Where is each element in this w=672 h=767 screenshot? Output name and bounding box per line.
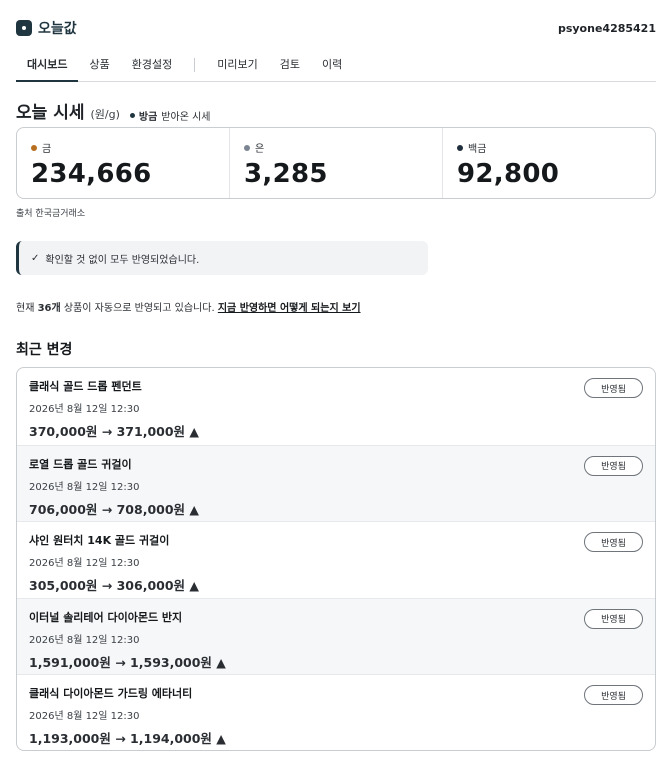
status-badge: 반영됨 (584, 532, 643, 553)
list-item[interactable]: 클래식 골드 드롭 펜던트 2026년 8월 12일 12:30 370,000… (17, 368, 655, 445)
item-name: 클래식 골드 드롭 펜던트 (29, 380, 142, 393)
price-title: 오늘 시세 (16, 103, 85, 123)
item-price-change: 706,000원 → 708,000원 ▲ (29, 501, 200, 517)
price-silver: 은 3,285 (229, 128, 442, 198)
item-date: 2026년 8월 12일 12:30 (29, 634, 140, 646)
preview-apply-link[interactable]: 지금 반영하면 어떻게 되는지 보기 (218, 303, 361, 314)
auto-suffix: 상품이 자동으로 반영되고 있습니다. (63, 303, 215, 314)
price-gold: 금 234,666 (17, 128, 229, 198)
top-bar: 오늘값 psyone4285421 (16, 16, 656, 40)
tab-settings[interactable]: 환경설정 (121, 48, 183, 82)
tab-review[interactable]: 검토 (269, 48, 311, 82)
status-badge: 반영됨 (584, 685, 643, 706)
item-name: 샤인 원터치 14K 골드 귀걸이 (29, 534, 170, 548)
metal-label-silver: 은 (255, 144, 265, 155)
gold-price-value: 234,666 (31, 159, 152, 189)
silver-dot-icon (244, 144, 250, 151)
recent-changes-title: 최근 변경 (16, 342, 73, 358)
item-date: 2026년 8월 12일 12:30 (29, 404, 140, 415)
tab-products[interactable]: 상품 (78, 48, 120, 82)
item-name: 이터널 솔리테어 다이아몬드 반지 (29, 610, 183, 624)
list-item[interactable]: 이터널 솔리테어 다이아몬드 반지 2026년 8월 12일 12:30 1,5… (17, 597, 655, 675)
auto-prefix: 현재 (16, 303, 35, 314)
notice-text: 확인할 것 없이 모두 반영되었습니다. (45, 254, 200, 266)
tab-history[interactable]: 이력 (311, 48, 353, 82)
live-status-text: 받아온 시세 (161, 112, 211, 123)
user-account-name[interactable]: psyone4285421 (558, 22, 656, 35)
status-badge: 반영됨 (584, 455, 643, 476)
list-item[interactable]: 로열 드롭 골드 귀걸이 2026년 8월 12일 12:30 706,000원… (17, 444, 655, 522)
brand-logo-icon (16, 20, 32, 36)
auto-apply-status: 현재 36개 상품이 자동으로 반영되고 있습니다. 지금 반영하면 어떻게 되… (16, 299, 361, 314)
item-price-change: 305,000원 → 306,000원 ▲ (29, 578, 200, 594)
live-status-strong: 방금 (138, 112, 158, 123)
status-notice: ✓ 확인할 것 없이 모두 반영되었습니다. (16, 241, 428, 275)
item-price-change: 370,000원 → 371,000원 ▲ (29, 424, 200, 439)
platinum-dot-icon (457, 144, 463, 151)
check-icon: ✓ (31, 252, 40, 264)
tab-preview[interactable]: 미리보기 (206, 48, 268, 82)
item-price-change: 1,591,000원 → 1,593,000원 ▲ (29, 654, 226, 670)
live-status: 방금 받아온 시세 (129, 108, 211, 123)
status-badge: 반영됨 (584, 378, 643, 398)
recent-changes-list: 클래식 골드 드롭 펜던트 2026년 8월 12일 12:30 370,000… (16, 367, 656, 751)
main-nav: 대시보드 상품 환경설정 미리보기 검토 이력 (16, 48, 656, 82)
platinum-price-value: 92,800 (457, 159, 560, 189)
nav-divider (194, 58, 196, 72)
gold-dot-icon (31, 144, 37, 151)
price-source: 출처 한국금거래소 (16, 209, 86, 219)
price-unit: (원/g) (90, 108, 120, 121)
silver-price-value: 3,285 (244, 159, 328, 189)
brand-name: 오늘값 (38, 21, 77, 37)
list-item[interactable]: 샤인 원터치 14K 골드 귀걸이 2026년 8월 12일 12:30 305… (17, 521, 655, 598)
metal-label-gold: 금 (42, 144, 52, 155)
price-header: 오늘 시세 (원/g) 방금 받아온 시세 (16, 98, 210, 123)
item-price-change: 1,193,000원 → 1,194,000원 ▲ (29, 731, 226, 747)
live-dot-icon (129, 113, 135, 118)
item-name: 로열 드롭 골드 귀걸이 (29, 457, 132, 471)
item-date: 2026년 8월 12일 12:30 (29, 558, 140, 570)
price-panel: 금 234,666 은 3,285 백금 92,800 (16, 127, 656, 199)
item-name: 클래식 다이아몬드 가드링 에타너티 (29, 687, 193, 701)
price-platinum: 백금 92,800 (442, 128, 655, 198)
tab-dashboard[interactable]: 대시보드 (16, 48, 79, 82)
brand[interactable]: 오늘값 (16, 18, 77, 38)
auto-count: 36개 (37, 303, 61, 314)
item-date: 2026년 8월 12일 12:30 (29, 481, 140, 493)
list-item[interactable]: 클래식 다이아몬드 가드링 에타너티 2026년 8월 12일 12:30 1,… (17, 674, 655, 750)
item-date: 2026년 8월 12일 12:30 (29, 711, 140, 723)
metal-label-platinum: 백금 (468, 144, 487, 155)
status-badge: 반영됨 (584, 608, 643, 629)
